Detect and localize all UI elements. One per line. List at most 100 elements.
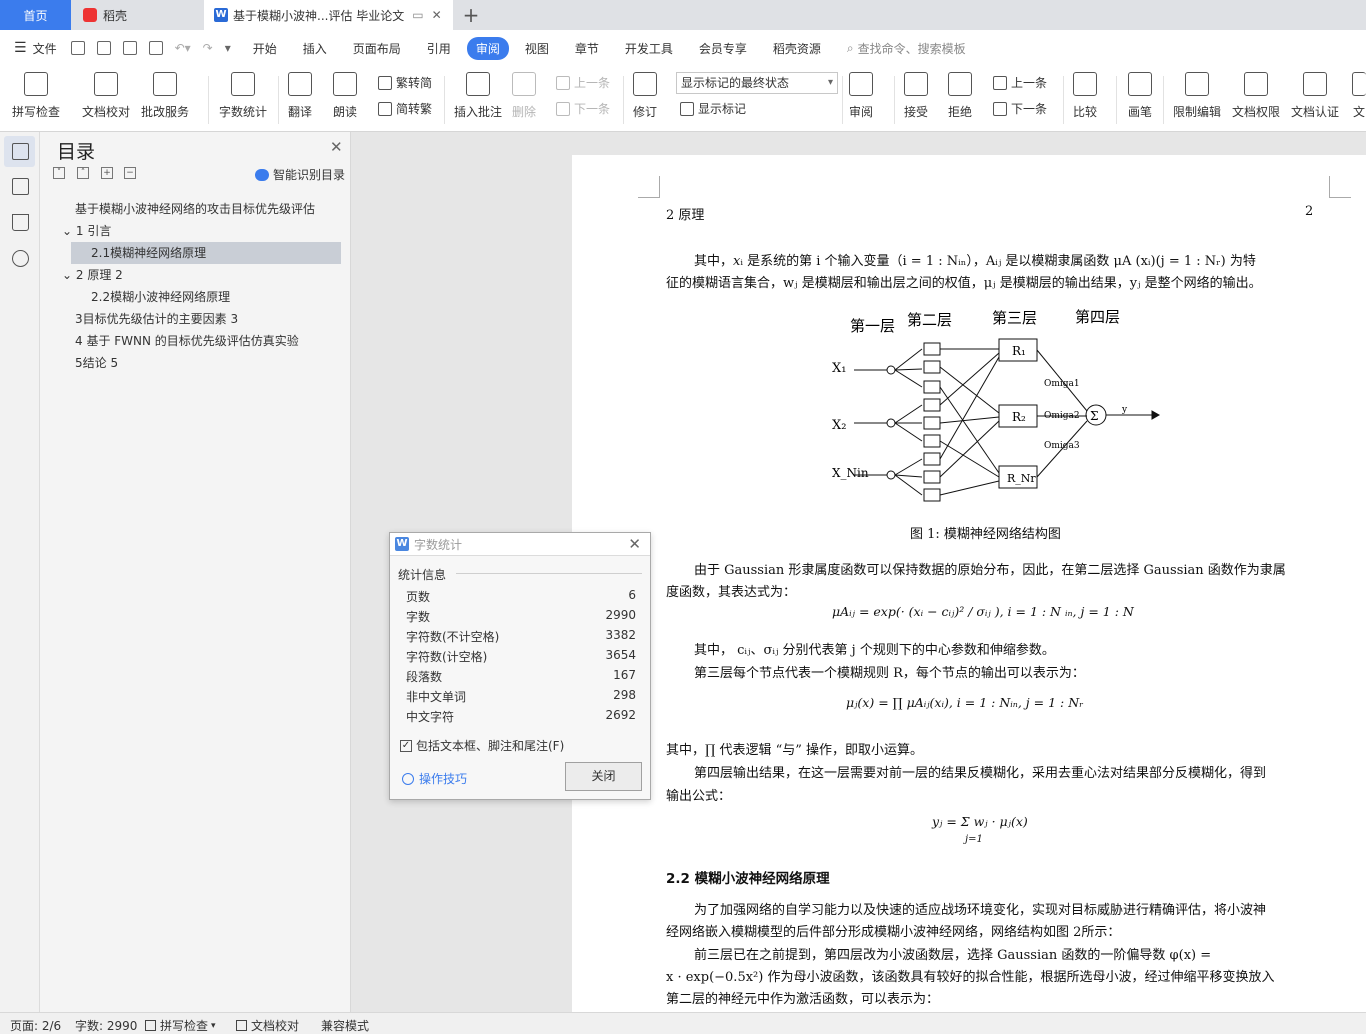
tab-daoke[interactable]: 稻壳 (73, 0, 201, 30)
doc-proof-button[interactable]: 文档校对 (82, 72, 130, 120)
review-pane-button[interactable]: 审阅 (849, 72, 873, 120)
chevron-down-icon[interactable]: ⌄ (62, 224, 76, 238)
spell-check-icon (24, 72, 48, 96)
new-tab-button[interactable]: + (458, 0, 484, 30)
figure-caption: 图 1: 模糊神经网络结构图 (910, 527, 1061, 542)
next-comment-button[interactable]: 下一条 (556, 100, 610, 117)
more-quick-icon[interactable]: ▾ (225, 41, 231, 55)
menu-devtools[interactable]: 开发工具 (625, 40, 673, 57)
layer2-label: 第二层 (907, 311, 952, 329)
menu-layout[interactable]: 页面布局 (353, 40, 401, 57)
next2-label: 下一条 (1011, 102, 1048, 116)
smart-toc-button[interactable]: 智能识别目录 (255, 166, 345, 183)
markup-mode-select[interactable]: 显示标记的最终状态 (676, 72, 838, 94)
reject-button[interactable]: 拒绝 (948, 72, 972, 120)
close-icon[interactable]: ✕ (628, 535, 641, 553)
menu-reference[interactable]: 引用 (427, 40, 451, 57)
spell-check-status[interactable]: 拼写检查 ▾ (145, 1017, 216, 1034)
save-icon[interactable] (70, 41, 85, 55)
command-search[interactable]: 查找命令、搜索模板 (858, 40, 966, 57)
hamburger-icon[interactable]: ☰ (14, 40, 27, 56)
revise-button[interactable]: 修订 (633, 72, 657, 120)
redo-icon[interactable]: ↷ (203, 41, 213, 55)
doc-permission-button[interactable]: 文档权限 (1232, 72, 1280, 120)
prev-comment-button[interactable]: 上一条 (556, 74, 610, 91)
menu-member[interactable]: 会员专享 (699, 40, 747, 57)
ribbon-divider (278, 76, 279, 124)
search-icon[interactable] (12, 250, 29, 267)
collapse-all-icon[interactable]: ˅ (53, 167, 65, 179)
prev-change-button[interactable]: 上一条 (993, 74, 1047, 91)
toc-icon[interactable] (12, 143, 29, 160)
toc-item[interactable]: 基于模糊小波神经网络的攻击目标优先级评估 (75, 198, 315, 220)
expand-up-icon[interactable]: ˄ (77, 167, 89, 179)
compare-button[interactable]: 比较 (1073, 72, 1097, 120)
accept-button[interactable]: 接受 (904, 72, 928, 120)
stat-value: 6 (628, 588, 636, 602)
menu-daoke-resources[interactable]: 稻壳资源 (773, 40, 821, 57)
proof-status-label: 文档校对 (251, 1019, 300, 1033)
chapter-icon[interactable] (12, 178, 29, 195)
proof-status[interactable]: 文档校对 (236, 1017, 299, 1034)
close-icon[interactable]: ✕ (330, 138, 343, 156)
dialog-titlebar[interactable]: W 字数统计 (390, 533, 650, 556)
doc-proof-icon (94, 72, 118, 96)
restrict-edit-button[interactable]: 限制编辑 (1173, 72, 1221, 120)
toc-item-selected[interactable]: 2.1模糊神经网络原理 (71, 242, 341, 264)
tab-document[interactable]: W 基于模糊小波神...评估 毕业论文 ▭ ✕ (204, 0, 453, 30)
page-indicator[interactable]: 页面: 2/6 (10, 1017, 61, 1034)
doc-cert-button[interactable]: 文档认证 (1291, 72, 1339, 120)
spell-check-button[interactable]: 拼写检查 (12, 72, 60, 120)
close-button[interactable]: 关闭 (565, 762, 642, 791)
menu-insert[interactable]: 插入 (303, 40, 327, 57)
export-icon[interactable] (96, 41, 111, 55)
toc-item[interactable]: ⌄ 1 引言 (62, 220, 111, 242)
tab-monitor-icon[interactable]: ▭ (412, 8, 423, 22)
insert-comment-button[interactable]: 插入批注 (454, 72, 502, 120)
stat-row: 段落数 167 (406, 668, 636, 685)
add-heading-icon[interactable]: + (101, 167, 113, 179)
toc-item[interactable]: 5结论 5 (75, 352, 118, 374)
menu-start[interactable]: 开始 (253, 40, 277, 57)
rule-r2: R₂ (1012, 410, 1026, 424)
next-change-icon (993, 101, 1007, 116)
translate-button[interactable]: 翻译 (288, 72, 312, 120)
remove-heading-icon[interactable]: − (124, 167, 136, 179)
pen-button[interactable]: 画笔 (1128, 72, 1152, 120)
margin-corner-mark (1329, 176, 1351, 198)
stat-label: 字符数(不计空格) (406, 630, 500, 644)
delete-comment-button[interactable]: 删除 (512, 72, 536, 120)
trad-to-simp-button[interactable]: 繁转简 (378, 74, 432, 91)
input-xn: X_Nin (832, 466, 869, 480)
menu-view[interactable]: 视图 (525, 40, 549, 57)
bookmark-icon[interactable] (12, 214, 29, 231)
chevron-down-icon[interactable]: ⌄ (62, 268, 76, 282)
menu-chapter[interactable]: 章节 (575, 40, 599, 57)
undo-icon[interactable]: ↶▾ (175, 41, 191, 55)
toc-item[interactable]: 3目标优先级估计的主要因素 3 (75, 308, 238, 330)
more-ribbon-button[interactable]: 文 (1352, 72, 1366, 120)
menu-review[interactable]: 审阅 (466, 36, 509, 60)
stat-value: 2990 (605, 608, 636, 622)
tab-home[interactable]: 首页 (0, 0, 71, 30)
toc-item[interactable]: 2.2模糊小波神经网络原理 (91, 286, 230, 308)
new-tab-label: + (462, 3, 480, 27)
tab-close-icon[interactable]: ✕ (432, 8, 442, 22)
document-page[interactable]: 2 原理 2 其中，𝑥ᵢ 是系统的第 i 个输入变量（i = 1 : Nᵢₙ），… (572, 155, 1366, 1012)
tips-link[interactable]: 操作技巧 (402, 770, 467, 787)
simp-to-trad-button[interactable]: 简转繁 (378, 100, 432, 117)
print-icon[interactable] (122, 41, 137, 55)
word-count-indicator[interactable]: 字数: 2990 (75, 1017, 137, 1034)
read-aloud-button[interactable]: 朗读 (333, 72, 357, 120)
batch-service-button[interactable]: 批改服务 (141, 72, 189, 120)
next-change-button[interactable]: 下一条 (993, 100, 1047, 117)
include-textbox-checkbox[interactable]: ✓ 包括文本框、脚注和尾注(F) (400, 737, 564, 754)
preview-icon[interactable] (148, 41, 163, 55)
toc-item[interactable]: ⌄ 2 原理 2 (62, 264, 123, 286)
menu-file[interactable]: 文件 (33, 40, 57, 57)
review-label: 审阅 (849, 105, 874, 119)
toc-item[interactable]: 4 基于 FWNN 的目标优先级评估仿真实验 (75, 330, 299, 352)
show-marks-button[interactable]: 显示标记 (680, 100, 746, 117)
word-count-button[interactable]: 字数统计 (219, 72, 267, 120)
prev-label: 上一条 (574, 76, 611, 90)
